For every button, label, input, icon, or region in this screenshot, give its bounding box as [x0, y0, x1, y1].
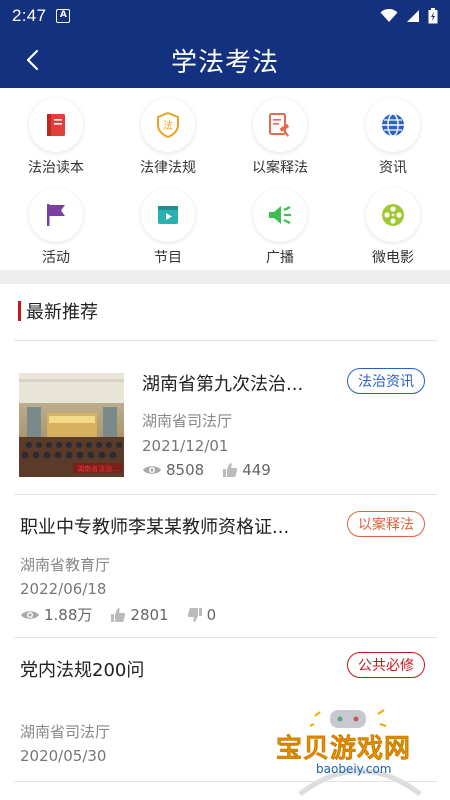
category-icon-circle	[29, 98, 83, 152]
like-count[interactable]: 449	[222, 461, 271, 479]
section-divider	[0, 270, 450, 284]
item-stats: 1.88万 2801 0	[20, 604, 234, 625]
dislike-count[interactable]: 0	[187, 605, 217, 624]
category-label: 资讯	[379, 160, 407, 176]
category-label: 微电影	[372, 250, 414, 266]
top-app-bar: 学法考法	[0, 32, 450, 88]
category-label: 法律法规	[140, 160, 196, 176]
item-source: 湖南省教育厅	[20, 556, 111, 574]
view-count: 8508	[142, 461, 204, 479]
category-label: 以案释法	[252, 160, 308, 176]
item-date: 2021/12/01	[142, 437, 229, 455]
notification-icon: A	[56, 9, 71, 23]
category-falv-fagui[interactable]: 法 法律法规	[112, 88, 224, 178]
separator	[14, 637, 437, 638]
like-count-value: 2801	[130, 605, 169, 624]
section-accent-bar	[18, 301, 21, 321]
like-count[interactable]: 2801	[110, 605, 169, 624]
film-reel-icon	[382, 204, 404, 226]
section-title: 最新推荐	[26, 302, 98, 323]
category-tag[interactable]: 公共必修	[347, 652, 425, 678]
category-huodong[interactable]: 活动	[0, 178, 112, 268]
item-title: 湖南省第九次法治...	[142, 374, 304, 395]
section-header: 最新推荐	[18, 298, 98, 324]
category-jiemu[interactable]: 节目	[112, 178, 224, 268]
category-grid: 法治读本 法 法律法规 以案释法 资讯 活动 节目 广播 微电影	[0, 88, 450, 270]
category-label: 活动	[42, 250, 70, 266]
law-shield-icon: 法	[157, 111, 179, 139]
eye-icon	[143, 466, 161, 474]
category-icon-circle	[253, 98, 307, 152]
view-count: 1.88万	[20, 604, 92, 625]
status-time: 2:47	[12, 6, 47, 25]
watermark: 宝贝游戏网 baobeiy.com	[270, 708, 450, 800]
item-title: 职业中专教师李某某教师资格证...	[20, 517, 290, 538]
item-date: 2022/06/18	[20, 580, 107, 598]
signal-icon	[407, 10, 419, 22]
category-label: 广播	[266, 250, 294, 266]
like-count-value: 449	[242, 461, 271, 479]
category-icon-circle	[366, 98, 420, 152]
category-yian-shifa[interactable]: 以案释法	[224, 88, 336, 178]
separator	[14, 340, 437, 341]
broadcast-icon	[269, 206, 291, 224]
flag-icon	[47, 204, 65, 226]
tv-play-icon	[158, 206, 178, 224]
category-icon-circle	[29, 188, 83, 242]
category-icon-circle: 法	[141, 98, 195, 152]
category-zixun[interactable]: 资讯	[337, 88, 449, 178]
back-arrow-icon[interactable]	[20, 46, 48, 74]
thumbs-up-icon	[223, 463, 238, 477]
article-thumbnail: 湖南省法治...	[19, 373, 124, 477]
category-icon-circle	[253, 188, 307, 242]
category-weidianying[interactable]: 微电影	[337, 178, 449, 268]
item-source: 湖南省司法厅	[142, 412, 233, 430]
globe-icon	[382, 113, 404, 137]
thumbs-down-icon	[187, 607, 202, 622]
category-label: 节目	[154, 250, 182, 266]
category-icon-circle	[141, 188, 195, 242]
gavel-document-icon	[269, 113, 290, 137]
eye-icon	[21, 610, 39, 619]
app-screen: 2:47 A 学法考法 法治读本 法 法律法规 以案释法 资讯 活动 节目 广播…	[0, 0, 450, 800]
book-icon	[47, 114, 65, 136]
page-title: 学法考法	[170, 47, 279, 78]
category-icon-circle	[366, 188, 420, 242]
item-title: 党内法规200问	[20, 660, 145, 681]
watermark-text: 宝贝游戏网	[276, 734, 412, 765]
status-right	[380, 8, 438, 24]
category-label: 法治读本	[28, 160, 84, 176]
svg-text:法: 法	[163, 119, 173, 132]
status-bar: 2:47 A	[0, 0, 450, 32]
item-stats: 8508 449	[142, 461, 289, 479]
category-fazhi-duben[interactable]: 法治读本	[0, 88, 112, 178]
category-tag[interactable]: 法治资讯	[347, 368, 425, 394]
battery-icon	[428, 8, 438, 24]
dislike-count-value: 0	[206, 605, 217, 624]
view-count-value: 8508	[166, 461, 205, 479]
item-date: 2020/05/30	[20, 747, 107, 765]
thumbnail-caption: 湖南省法治...	[77, 464, 119, 473]
item-source: 湖南省司法厅	[20, 723, 111, 741]
wifi-icon	[380, 9, 398, 22]
thumbs-up-icon	[111, 607, 126, 622]
view-count-value: 1.88万	[44, 606, 93, 624]
category-tag[interactable]: 以案释法	[347, 511, 425, 537]
separator	[14, 494, 437, 495]
category-guangbo[interactable]: 广播	[224, 178, 336, 268]
watermark-url: baobeiy.com	[316, 762, 392, 776]
